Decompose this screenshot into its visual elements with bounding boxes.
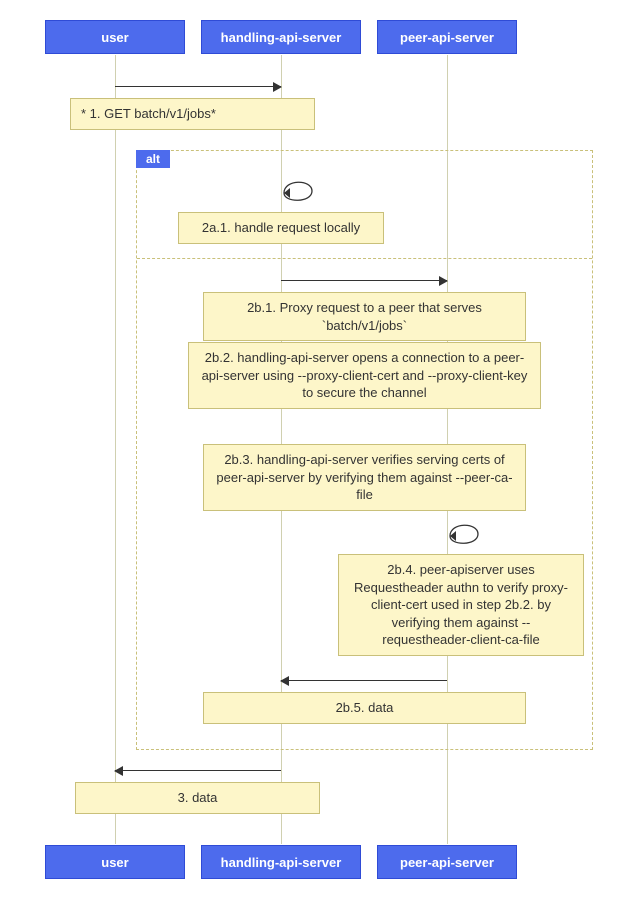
- actor-label: handling-api-server: [221, 30, 342, 45]
- arrow-handling-to-user: [115, 770, 281, 771]
- note-text: 2b.4. peer-apiserver uses Requestheader …: [354, 562, 568, 647]
- note-step2b5: 2b.5. data: [203, 692, 526, 724]
- actor-label: handling-api-server: [221, 855, 342, 870]
- note-text: 2b.3. handling-api-server verifies servi…: [216, 452, 512, 502]
- arrow-handling-to-peer: [281, 280, 447, 281]
- actor-handling-bottom: handling-api-server: [201, 845, 361, 879]
- self-loop-peer: [448, 520, 482, 544]
- arrowhead-icon: [273, 82, 282, 92]
- actor-user-top: user: [45, 20, 185, 54]
- actor-label: peer-api-server: [400, 30, 494, 45]
- note-step2b3: 2b.3. handling-api-server verifies servi…: [203, 444, 526, 511]
- note-step2b4: 2b.4. peer-apiserver uses Requestheader …: [338, 554, 584, 656]
- arrowhead-icon: [439, 276, 448, 286]
- alt-label-text: alt: [146, 152, 160, 166]
- note-text: 2b.5. data: [336, 700, 394, 715]
- arrow-peer-to-handling: [281, 680, 447, 681]
- self-loop-handling: [282, 177, 316, 201]
- arrow-user-to-handling: [115, 86, 281, 87]
- note-step2a1: 2a.1. handle request locally: [178, 212, 384, 244]
- note-text: 2b.1. Proxy request to a peer that serve…: [247, 300, 482, 333]
- arrowhead-icon: [114, 766, 123, 776]
- note-step1: * 1. GET batch/v1/jobs*: [70, 98, 315, 130]
- note-text: 3. data: [178, 790, 218, 805]
- alt-label: alt: [136, 150, 170, 168]
- sequence-diagram: user handling-api-server peer-api-server…: [20, 20, 613, 879]
- note-step2b1: 2b.1. Proxy request to a peer that serve…: [203, 292, 526, 341]
- note-step2b2: 2b.2. handling-api-server opens a connec…: [188, 342, 541, 409]
- actor-peer-top: peer-api-server: [377, 20, 517, 54]
- actor-handling-top: handling-api-server: [201, 20, 361, 54]
- note-step3: 3. data: [75, 782, 320, 814]
- arrowhead-icon: [280, 676, 289, 686]
- actor-label: peer-api-server: [400, 855, 494, 870]
- alt-separator: [137, 258, 592, 259]
- actor-label: user: [101, 30, 128, 45]
- actor-user-bottom: user: [45, 845, 185, 879]
- actor-label: user: [101, 855, 128, 870]
- lifeline-user: [115, 55, 116, 844]
- actor-peer-bottom: peer-api-server: [377, 845, 517, 879]
- note-text: 2a.1. handle request locally: [202, 220, 360, 235]
- note-text: * 1. GET batch/v1/jobs*: [81, 106, 216, 121]
- note-text: 2b.2. handling-api-server opens a connec…: [202, 350, 528, 400]
